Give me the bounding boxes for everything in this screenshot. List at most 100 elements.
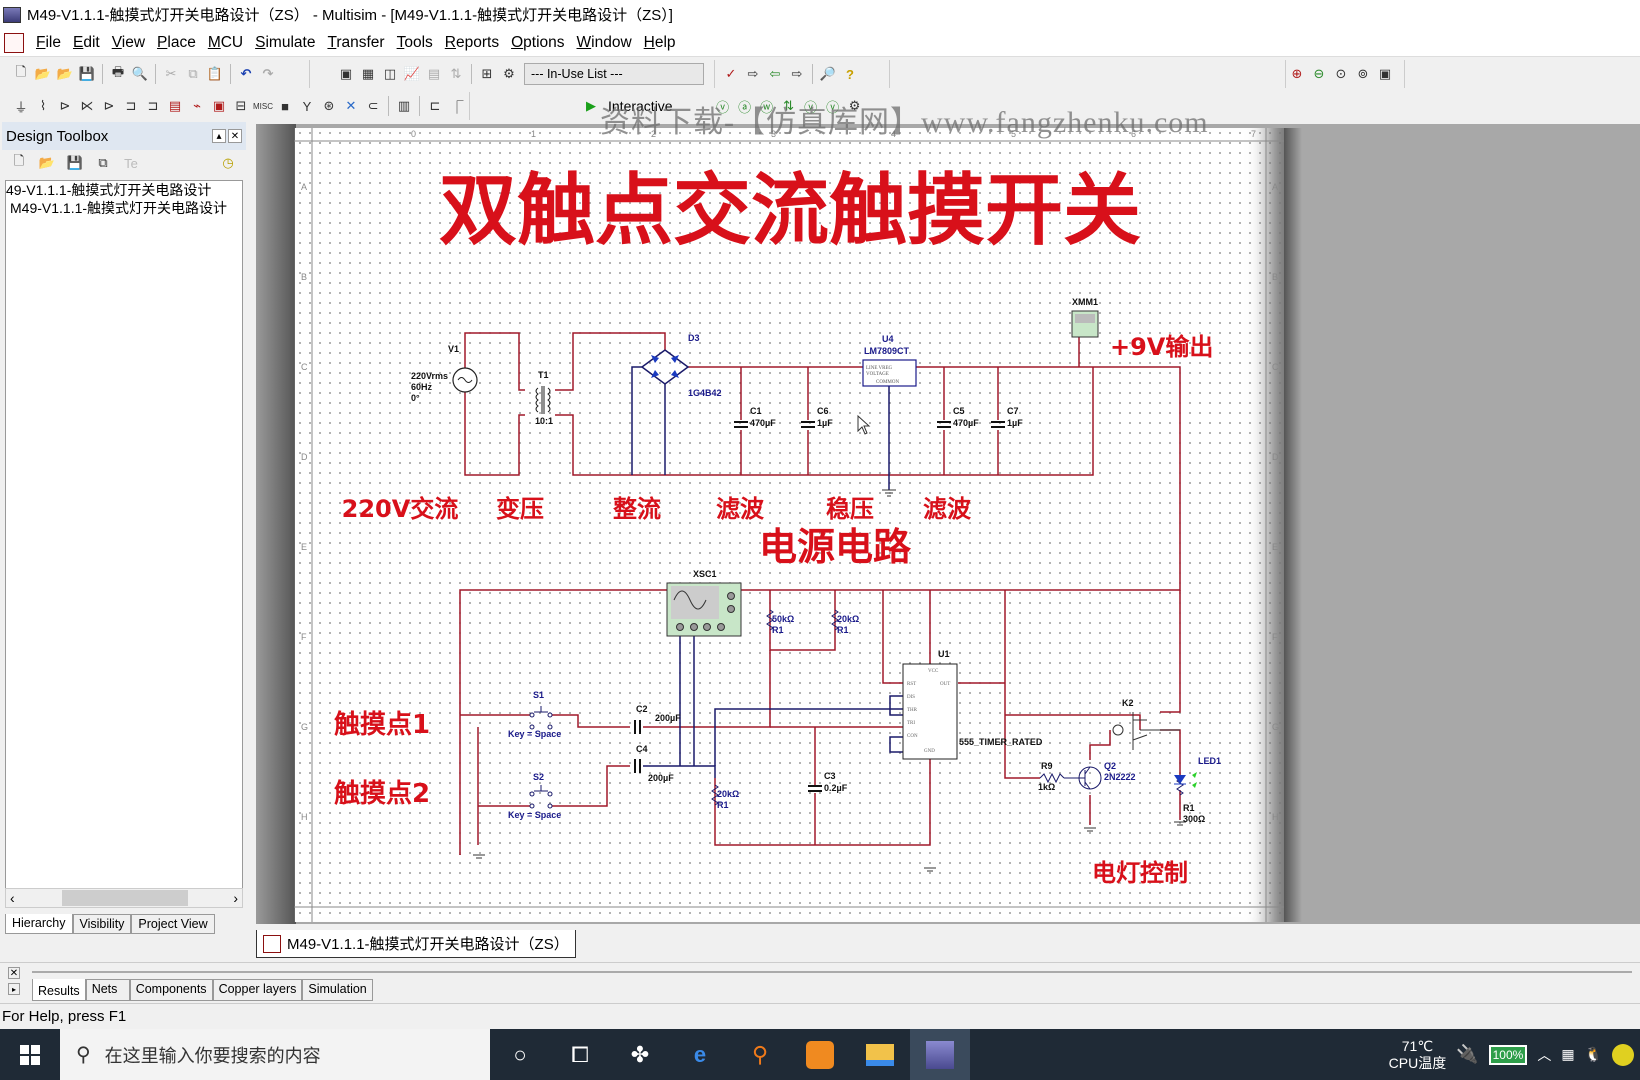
probe-voltage-icon[interactable]: ⓥ: [713, 96, 733, 116]
menu-reports[interactable]: Reports: [439, 34, 505, 52]
grapher-icon[interactable]: 📈: [402, 64, 422, 84]
history-icon[interactable]: ◷: [218, 153, 238, 173]
toggle-design-toolbox-icon[interactable]: ▣: [336, 64, 356, 84]
show-hidden-icons-chevron[interactable]: ︿: [1537, 1045, 1551, 1065]
place-connector-icon[interactable]: ⊂: [363, 96, 383, 116]
tab-hierarchy[interactable]: Hierarchy: [5, 914, 73, 934]
open-sample-icon[interactable]: 📂: [55, 64, 75, 84]
panel-close-button[interactable]: ✕: [228, 129, 242, 143]
menu-view[interactable]: View: [106, 34, 151, 52]
tab-visibility[interactable]: Visibility: [72, 914, 132, 934]
place-rf-icon[interactable]: Y: [297, 96, 317, 116]
erc-icon[interactable]: ✓: [721, 64, 741, 84]
spreadsheet-view-icon[interactable]: ▦: [358, 64, 378, 84]
probe-power-icon[interactable]: ⓦ: [757, 96, 777, 116]
pinwheel-app-icon[interactable]: ✤: [610, 1029, 670, 1080]
scroll-thumb[interactable]: [62, 890, 188, 906]
in-use-list-dropdown[interactable]: --- In-Use List ---: [524, 63, 704, 85]
tab-nets[interactable]: Nets: [85, 979, 130, 1001]
tab-components[interactable]: Components: [129, 979, 213, 1001]
probe-current-icon[interactable]: ⓐ: [735, 96, 755, 116]
menu-transfer[interactable]: Transfer: [321, 34, 390, 52]
tree-item-sheet[interactable]: M49-V1.1.1-触摸式灯开关电路设计: [6, 199, 242, 217]
zoom-fit-icon[interactable]: ⊚: [1353, 64, 1373, 84]
menu-help[interactable]: Help: [638, 34, 682, 52]
full-screen-icon[interactable]: ▣: [1375, 64, 1395, 84]
place-cmos-icon[interactable]: ⊐: [143, 96, 163, 116]
place-electromechanical-icon[interactable]: ⊛: [319, 96, 339, 116]
hierarchical-block-icon[interactable]: ⊏: [425, 96, 445, 116]
multisim-taskbar-icon[interactable]: [910, 1029, 970, 1080]
tab-results[interactable]: Results: [32, 979, 86, 1001]
start-button[interactable]: [0, 1029, 60, 1080]
panel-expand-icon[interactable]: ▸: [8, 983, 20, 995]
create-component-icon[interactable]: ⊞: [477, 64, 497, 84]
place-analog-icon[interactable]: ⊳: [99, 96, 119, 116]
ie-browser-icon[interactable]: e: [670, 1029, 730, 1080]
document-icon[interactable]: [4, 32, 24, 53]
component-wizard-icon[interactable]: ⇅: [446, 64, 466, 84]
forward-annotate-icon[interactable]: ⇦: [765, 64, 785, 84]
redo-icon[interactable]: ↷: [258, 64, 278, 84]
panel-close-icon[interactable]: ✕: [8, 967, 20, 979]
uc-browser-icon[interactable]: [790, 1029, 850, 1080]
place-diode-icon[interactable]: ⊳: [55, 96, 75, 116]
file-explorer-icon[interactable]: [850, 1029, 910, 1080]
new-sheet-icon[interactable]: 🗋: [9, 153, 29, 173]
interactive-mode-label[interactable]: Interactive: [608, 98, 673, 114]
zoom-out-icon[interactable]: ⊖: [1309, 64, 1329, 84]
qq-icon[interactable]: 🐧: [1585, 1046, 1602, 1063]
electrical-rules-icon[interactable]: ⚙: [499, 64, 519, 84]
rename-icon[interactable]: Te: [121, 153, 141, 173]
tab-project-view[interactable]: Project View: [131, 914, 215, 934]
menu-file[interactable]: File: [30, 34, 67, 52]
place-misc-digital-icon[interactable]: ▤: [165, 96, 185, 116]
new-icon[interactable]: 🗋: [11, 64, 31, 84]
place-bus-icon[interactable]: ⎾: [447, 96, 467, 116]
place-mcu-icon[interactable]: ▥: [394, 96, 414, 116]
probe-reference-icon[interactable]: ⓥ: [801, 96, 821, 116]
print-preview-icon[interactable]: 🔍: [130, 64, 150, 84]
cortana-icon[interactable]: ○: [490, 1029, 550, 1080]
probe-settings-icon[interactable]: ⚙: [845, 96, 865, 116]
cpu-temperature[interactable]: 71℃ CPU温度: [1389, 1038, 1447, 1072]
menu-mcu[interactable]: MCU: [202, 34, 249, 52]
tab-simulation[interactable]: Simulation: [302, 979, 373, 1001]
document-tab[interactable]: M49-V1.1.1-触摸式灯开关电路设计（ZS）: [256, 930, 576, 958]
save-icon[interactable]: 💾: [77, 64, 97, 84]
menu-options[interactable]: Options: [505, 34, 570, 52]
place-power-icon[interactable]: ⊟: [231, 96, 251, 116]
run-simulation-icon[interactable]: ▶: [581, 96, 601, 116]
menu-edit[interactable]: Edit: [67, 34, 106, 52]
probe-differential-icon[interactable]: ⇅: [779, 96, 799, 116]
help-icon[interactable]: ?: [840, 64, 860, 84]
transfer-icon[interactable]: ⇨: [787, 64, 807, 84]
scroll-left-icon[interactable]: ‹: [10, 890, 15, 906]
place-mixed-icon[interactable]: ⌁: [187, 96, 207, 116]
close-sheet-icon[interactable]: ⧉: [93, 153, 113, 173]
place-ni-icon[interactable]: ✕: [341, 96, 361, 116]
network-icon[interactable]: ▦: [1561, 1046, 1574, 1063]
place-basic-icon[interactable]: ⌇: [33, 96, 53, 116]
back-annotate-icon[interactable]: ⇨: [743, 64, 763, 84]
search-app-icon[interactable]: ⚲: [730, 1029, 790, 1080]
database-manager-icon[interactable]: ◫: [380, 64, 400, 84]
zoom-in-icon[interactable]: ⊕: [1287, 64, 1307, 84]
horizontal-scrollbar[interactable]: ‹ ›: [5, 888, 243, 908]
print-icon[interactable]: 🖶: [108, 64, 128, 84]
task-view-icon[interactable]: ⧠: [550, 1029, 610, 1080]
battery-indicator[interactable]: 100%: [1488, 1044, 1528, 1065]
panel-float-button[interactable]: ▴: [212, 129, 226, 143]
security-app-icon[interactable]: [1612, 1043, 1634, 1066]
scroll-right-icon[interactable]: ›: [233, 890, 238, 906]
probe-digital-icon[interactable]: ⓥ: [823, 96, 843, 116]
place-ttl-icon[interactable]: ⊐: [121, 96, 141, 116]
place-misc-icon[interactable]: MISC: [253, 96, 273, 116]
place-indicator-icon[interactable]: ▣: [209, 96, 229, 116]
copy-icon[interactable]: ⧉: [183, 64, 203, 84]
tab-copper-layers[interactable]: Copper layers: [212, 979, 303, 1001]
paste-icon[interactable]: 📋: [205, 64, 225, 84]
place-source-icon[interactable]: ⏚: [11, 96, 31, 116]
menu-simulate[interactable]: Simulate: [249, 34, 321, 52]
tree-item-root[interactable]: 49-V1.1.1-触摸式灯开关电路设计: [6, 181, 242, 199]
